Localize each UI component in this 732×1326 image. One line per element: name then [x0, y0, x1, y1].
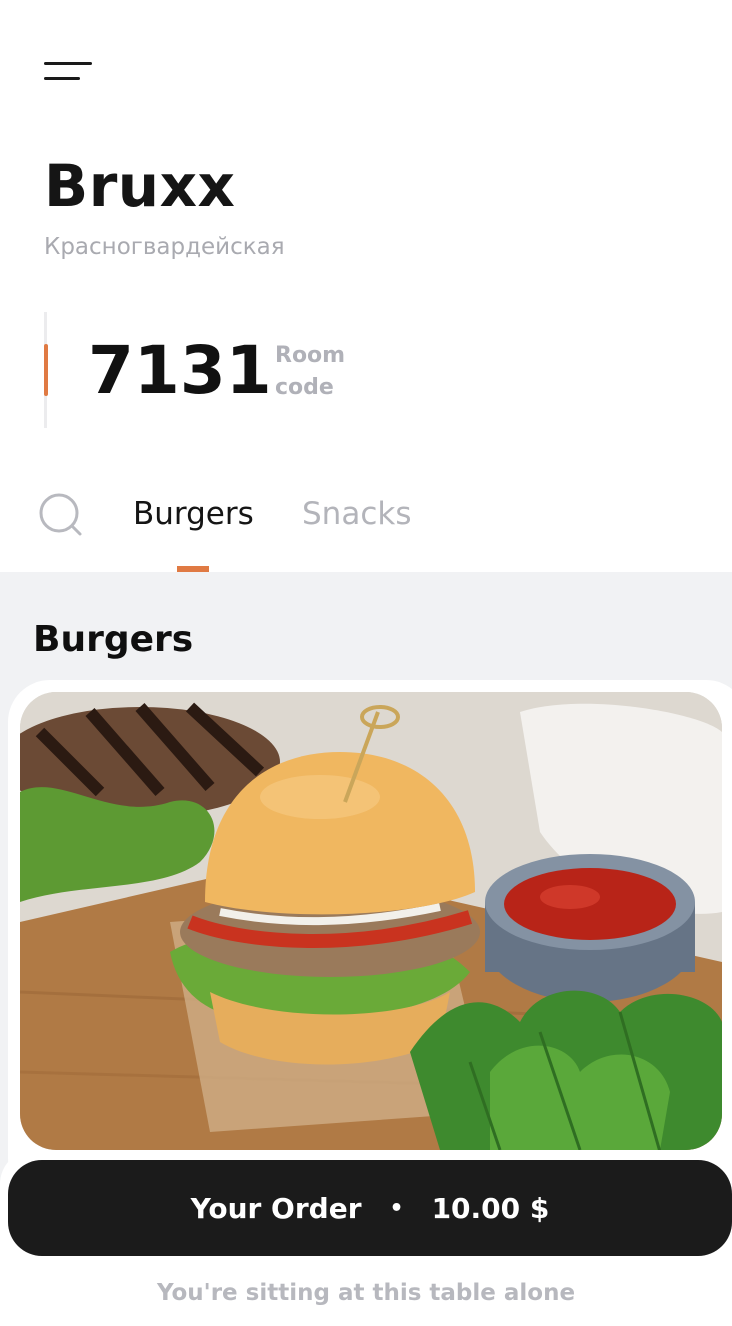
menu-button[interactable]	[44, 60, 94, 84]
order-separator: •	[389, 1195, 404, 1221]
room-code-value: 7131	[88, 332, 272, 409]
venue-name: Bruxx	[44, 152, 236, 220]
hamburger-menu-icon-short-line	[44, 77, 80, 80]
venue-location: Красногвардейская	[44, 234, 285, 260]
tab-burgers[interactable]: Burgers	[133, 494, 254, 534]
room-code-caption: Room code	[275, 343, 346, 400]
section-title: Burgers	[33, 619, 194, 660]
search-icon[interactable]	[38, 492, 84, 538]
order-total: 10.00 $	[431, 1191, 550, 1225]
table-status-note: You're sitting at this table alone	[156, 1280, 576, 1306]
menu-item-card[interactable]	[8, 680, 732, 1200]
order-label: Your Order	[190, 1191, 362, 1225]
your-order-button[interactable]: Your Order • 10.00 $	[8, 1160, 732, 1256]
category-tabs: Burgers Snacks	[0, 480, 732, 572]
room-code-block: 7131 Room code	[44, 312, 544, 428]
burger-photo	[20, 692, 722, 1150]
room-code-accent-bar	[44, 344, 48, 396]
hamburger-menu-icon	[44, 62, 92, 65]
tab-snacks[interactable]: Snacks	[302, 494, 411, 534]
